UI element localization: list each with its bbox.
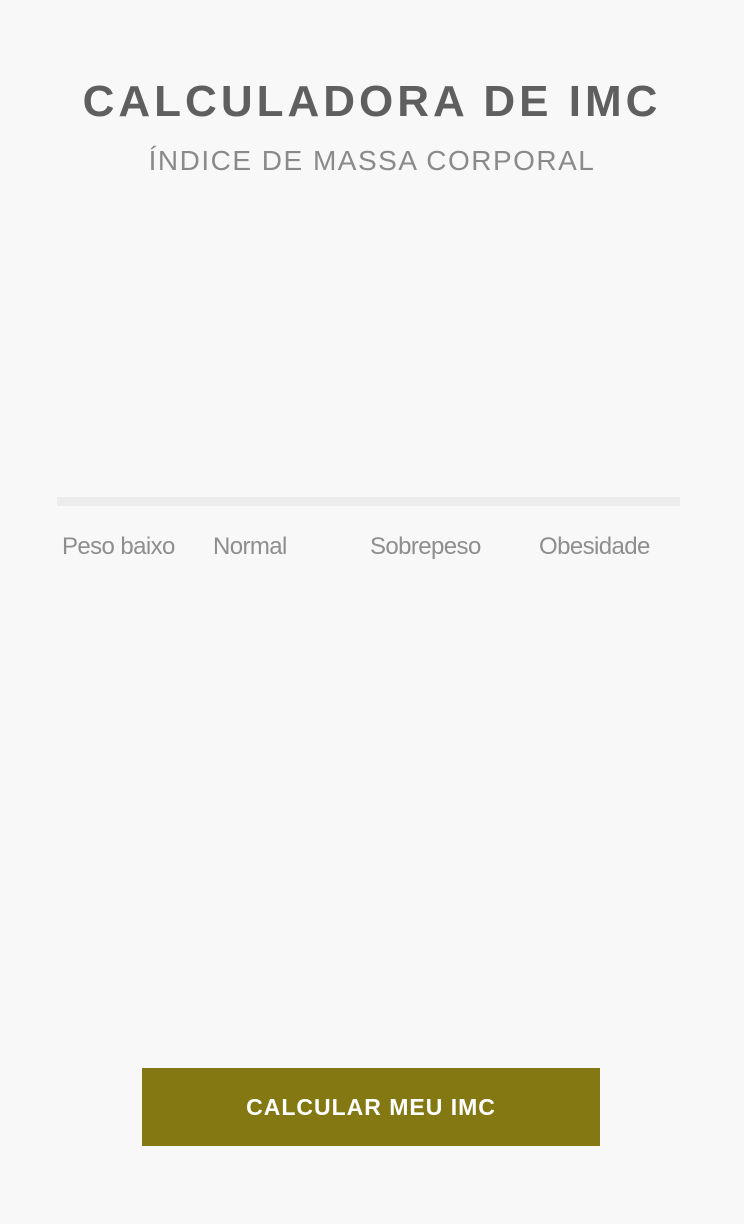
bmi-scale-bar: [57, 497, 680, 506]
page-subtitle: ÍNDICE DE MASSA CORPORAL: [148, 145, 596, 176]
scale-label-sobrepeso: Sobrepeso: [370, 533, 481, 560]
scale-label-obesidade: Obesidade: [539, 533, 650, 560]
calculate-bmi-button[interactable]: CALCULAR MEU IMC: [142, 1068, 600, 1146]
page-title: CALCULADORA DE IMC: [82, 77, 662, 126]
scale-label-peso-baixo: Peso baixo: [62, 533, 175, 560]
scale-label-normal: Normal: [213, 533, 287, 560]
